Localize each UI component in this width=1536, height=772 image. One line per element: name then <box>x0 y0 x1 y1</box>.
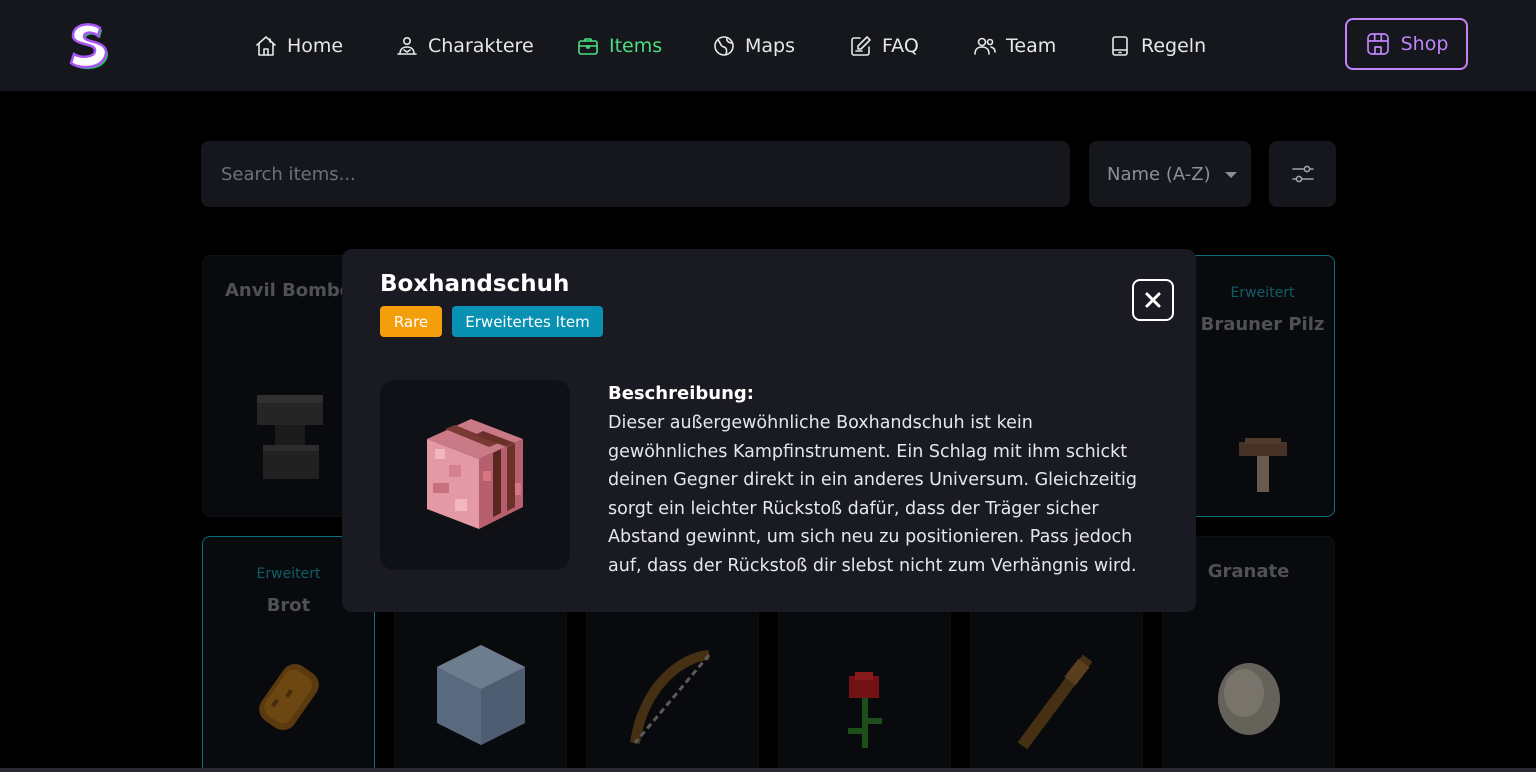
sliders-icon <box>1291 165 1314 183</box>
nav-item-home[interactable]: Home <box>254 30 343 62</box>
team-icon <box>974 37 996 55</box>
nav-item-items[interactable]: Items <box>576 30 662 62</box>
home-icon <box>256 36 276 56</box>
modal-title: Boxhandschuh <box>380 271 570 297</box>
nav-item-regeln[interactable]: Regeln <box>1108 30 1206 62</box>
sort-label: Name (A-Z) <box>1107 163 1211 185</box>
mushroom-sprite <box>1238 438 1287 492</box>
shop-icon <box>1366 33 1389 55</box>
top-navbar: Home Charaktere Items Maps FAQ Team Rege… <box>0 0 1536 91</box>
shop-label: Shop <box>1400 33 1449 55</box>
globe-icon <box>714 36 734 56</box>
close-icon <box>1145 292 1161 308</box>
item-detail-modal: Boxhandschuh Rare Erweitertes Item Besch… <box>342 249 1196 612</box>
nav-item-label: Team <box>1006 35 1057 57</box>
stick-sprite <box>1017 655 1092 750</box>
bread-sprite <box>258 663 319 731</box>
bow-sprite <box>629 650 710 744</box>
nav-item-label: Maps <box>745 35 795 57</box>
briefcase-icon <box>578 38 598 55</box>
chevron-down-icon <box>1224 172 1237 178</box>
nav-item-team[interactable]: Team <box>973 30 1056 62</box>
nav-item-maps[interactable]: Maps <box>712 30 795 62</box>
rose-sprite <box>847 672 882 748</box>
nav-item-charaktere[interactable]: Charaktere <box>395 30 534 62</box>
ice-block-sprite <box>436 645 525 745</box>
nav-item-label: Charaktere <box>428 35 534 57</box>
shop-button[interactable]: Shop <box>1345 18 1468 70</box>
search-input[interactable] <box>201 141 1070 207</box>
horizontal-scrollbar[interactable] <box>0 768 1536 772</box>
nav-item-faq[interactable]: FAQ <box>849 30 919 62</box>
sort-dropdown[interactable]: Name (A-Z) <box>1089 141 1251 207</box>
filter-button[interactable] <box>1269 141 1336 207</box>
nav-item-label: Items <box>609 35 663 57</box>
description-text: Dieser außergewöhnliche Boxhandschuh ist… <box>608 413 1138 576</box>
item-image <box>380 380 570 570</box>
close-button[interactable] <box>1132 279 1174 321</box>
nav-item-label: FAQ <box>882 35 919 57</box>
site-logo[interactable] <box>66 20 110 70</box>
type-badge: Erweitertes Item <box>452 306 603 337</box>
grenade-sprite <box>1217 663 1280 735</box>
faq-edit-icon <box>851 36 871 56</box>
description-label: Beschreibung: <box>608 383 754 404</box>
character-icon <box>397 36 417 55</box>
rarity-badge: Rare <box>380 306 442 337</box>
nav-item-label: Home <box>287 35 344 57</box>
boxing-glove-sprite <box>427 419 523 529</box>
nav-item-label: Regeln <box>1141 35 1207 57</box>
tablet-icon <box>1112 36 1128 56</box>
anvil-sprite <box>256 395 323 479</box>
